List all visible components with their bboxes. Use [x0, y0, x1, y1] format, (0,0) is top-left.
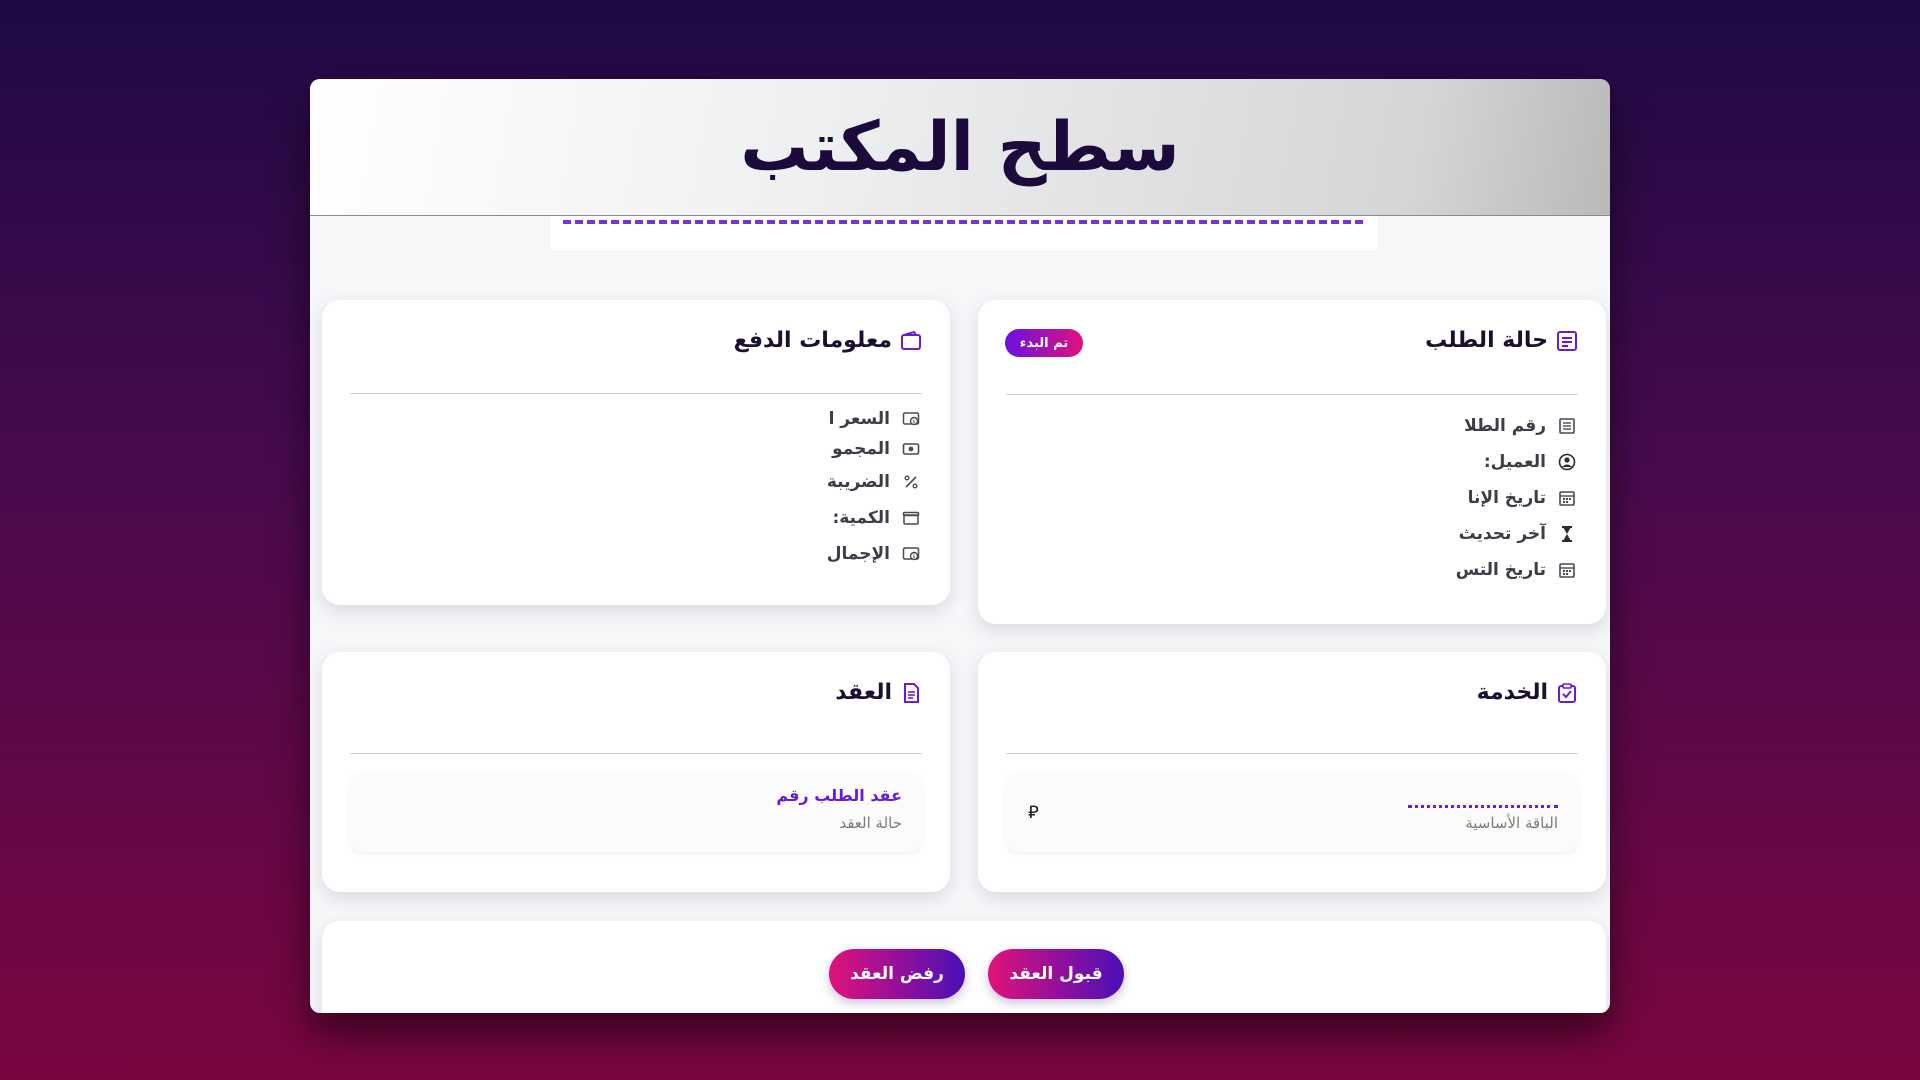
divider: [350, 753, 922, 754]
price-tag-icon: $: [900, 408, 922, 430]
accept-contract-button[interactable]: قبول العقد: [988, 949, 1124, 999]
order-number-label: رقم الطلا: [1464, 416, 1546, 436]
contract-header: العقد: [835, 680, 922, 705]
package-label: الباقة الأساسية: [1465, 814, 1558, 832]
delivery-date-label: تاريخ التس: [1455, 560, 1546, 580]
scrolled-text-fragment: [563, 216, 1363, 224]
tax-row: الضريبة: [827, 464, 922, 500]
document-icon: [1556, 415, 1578, 437]
contract-link[interactable]: عقد الطلب رقم: [776, 786, 902, 805]
svg-text:$: $: [912, 554, 915, 560]
user-circle-icon: [1556, 451, 1578, 473]
calendar-icon: [1556, 487, 1578, 509]
total-label: الإجمال: [826, 544, 890, 564]
order-number-row: رقم الطلا: [1456, 408, 1578, 444]
payment-info-card: معلومات الدفع $ السعر ا المجمو الضريبة ا…: [322, 300, 950, 605]
divider: [1006, 753, 1578, 754]
wallet-icon: [900, 330, 922, 352]
percent-icon: [900, 471, 922, 493]
order-status-card: حالة الطلب تم البدء رقم الطلا العميل: تا…: [978, 300, 1606, 624]
actions-card: قبول العقد رفض العقد: [322, 921, 1606, 1013]
client-row: العميل:: [1456, 444, 1578, 480]
status-badge: تم البدء: [1005, 329, 1083, 357]
page-title: سطح المكتب: [740, 107, 1180, 187]
last-update-row: آخر تحديث: [1456, 516, 1578, 552]
desktop-window: سطح المكتب حالة الطلب تم البدء رقم الطلا: [310, 79, 1610, 1013]
service-name-fragment: [1408, 802, 1558, 808]
creation-date-row: تاريخ الإنا: [1456, 480, 1578, 516]
contract-status-label: حالة العقد: [839, 814, 902, 832]
subtotal-row: المجمو: [827, 434, 922, 464]
money-icon: [900, 438, 922, 460]
quantity-row: الكمية:: [827, 500, 922, 536]
service-card: الخدمة الباقة الأساسية ⃁: [978, 652, 1606, 892]
svg-text:$: $: [912, 419, 915, 425]
list-icon: [1556, 330, 1578, 352]
scrolled-content-strip: [551, 216, 1377, 250]
reject-contract-button[interactable]: رفض العقد: [829, 949, 965, 999]
price-tag-icon: $: [900, 543, 922, 565]
payment-info-header: معلومات الدفع: [734, 328, 922, 353]
total-row: $ الإجمال: [827, 536, 922, 572]
order-status-header: حالة الطلب: [1425, 328, 1578, 353]
currency-symbol: ⃁: [1028, 802, 1039, 823]
client-label: العميل:: [1483, 452, 1546, 472]
box-icon: [900, 507, 922, 529]
delivery-date-row: تاريخ التس: [1456, 552, 1578, 588]
file-text-icon: [900, 682, 922, 704]
hourglass-icon: [1556, 523, 1578, 545]
contract-item: عقد الطلب رقم حالة العقد: [350, 772, 922, 852]
window-header: سطح المكتب: [310, 79, 1610, 216]
service-header: الخدمة: [1477, 680, 1578, 705]
subtotal-label: المجمو: [832, 439, 890, 459]
price-label: السعر ا: [828, 409, 890, 429]
payment-info-title: معلومات الدفع: [733, 328, 892, 353]
service-item[interactable]: الباقة الأساسية ⃁: [1006, 772, 1578, 852]
divider: [1006, 394, 1578, 395]
payment-rows: $ السعر ا المجمو الضريبة الكمية: $ الإجم…: [827, 404, 922, 572]
calendar-icon: [1556, 559, 1578, 581]
creation-date-label: تاريخ الإنا: [1467, 488, 1546, 508]
quantity-label: الكمية:: [832, 508, 890, 528]
service-title: الخدمة: [1476, 680, 1548, 705]
last-update-label: آخر تحديث: [1458, 524, 1546, 544]
contract-title: العقد: [835, 680, 892, 705]
order-status-rows: رقم الطلا العميل: تاريخ الإنا آخر تحديث: [1456, 408, 1578, 588]
order-status-title: حالة الطلب: [1425, 328, 1548, 353]
price-row: $ السعر ا: [827, 404, 922, 434]
divider: [350, 393, 922, 394]
clipboard-check-icon: [1556, 682, 1578, 704]
tax-label: الضريبة: [826, 472, 890, 492]
contract-card: العقد عقد الطلب رقم حالة العقد: [322, 652, 950, 892]
